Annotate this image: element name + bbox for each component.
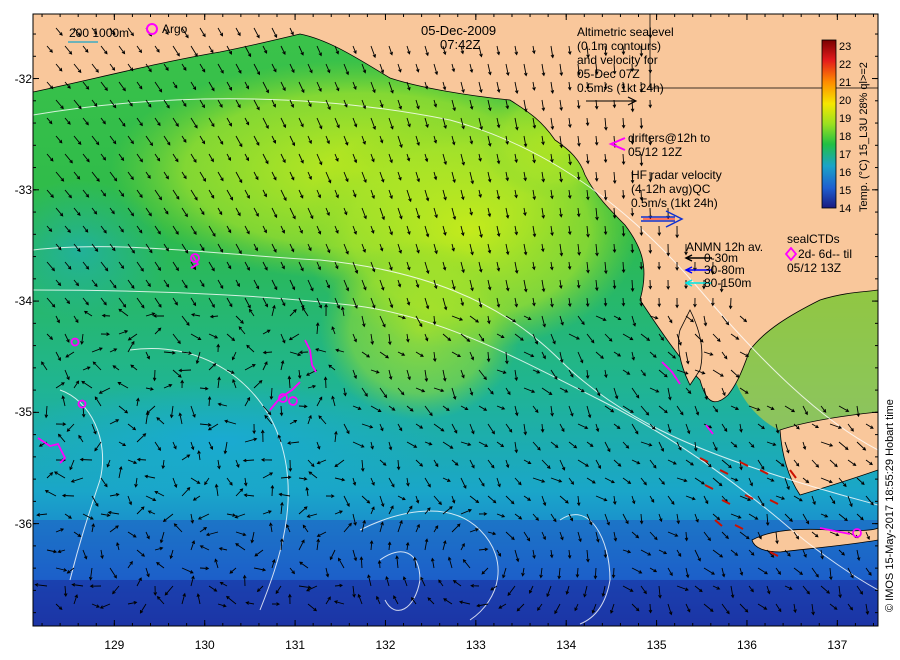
colorbar-tick-label: 18 (839, 131, 852, 143)
colorbar-tick-label: 15 (839, 185, 852, 197)
altimetry-line4: 05-Dec 07Z (577, 67, 640, 81)
x-tick-label: 136 (736, 638, 757, 652)
x-tick-label: 129 (104, 638, 125, 652)
y-tick-label: -36 (14, 516, 32, 531)
colorbar-tick-label: 17 (839, 149, 852, 161)
altimetry-line3: and velocity for (577, 53, 658, 67)
x-tick-label: 135 (646, 638, 667, 652)
colorbar-tick-label: 19 (839, 113, 852, 125)
colorbar-tick-label: 21 (839, 77, 852, 89)
altimetry-line2: (0.1m contours) (577, 39, 662, 53)
y-tick-label: -33 (14, 182, 32, 197)
anmn-item-2: 80-150m (704, 276, 752, 290)
colorbar-tick-label: 22 (839, 59, 852, 71)
drifters-line1: drifters@12h to (628, 131, 711, 145)
x-tick-label: 132 (375, 638, 396, 652)
colorbar-tick-label: 14 (839, 203, 852, 215)
sealctds-line2: 2d- 6d-- til (798, 247, 853, 261)
x-tick-label: 131 (285, 638, 306, 652)
sealctds-line3: 05/12 13Z (787, 261, 842, 275)
map-figure (32, 13, 879, 627)
colorbar (821, 39, 837, 209)
y-tick-label: -32 (14, 71, 32, 86)
contour-depth-label: 200 1000m (69, 26, 130, 40)
altimetry-line1: Altimetric sealevel (577, 25, 674, 39)
hfradar-line3: 0.5m/s (1kt 24h) (631, 196, 718, 210)
drifters-line2: 05/12 12Z (628, 145, 683, 159)
x-tick-label: 137 (827, 638, 848, 652)
x-tick-label: 133 (465, 638, 486, 652)
argo-label: Argo (162, 22, 188, 36)
map-panel (33, 14, 878, 626)
x-tick-label: 134 (556, 638, 577, 652)
hfradar-line1: HF radar velocity (631, 168, 722, 182)
sealctds-title: sealCTDs (787, 232, 840, 246)
map-time: 07:42Z (440, 37, 481, 52)
colorbar-tick-label: 16 (839, 167, 852, 179)
colorbar-tick-label: 20 (839, 95, 852, 107)
y-tick-label: -34 (14, 294, 32, 309)
y-tick-label: -35 (14, 405, 32, 420)
altimetry-scale: 0.5m/s (1kt 24h) (577, 81, 664, 95)
map-date: 05-Dec-2009 (421, 23, 497, 38)
colorbar-tick-label: 23 (839, 41, 852, 53)
credit-text: © IMOS 15-May-2017 18:55:29 Hobart time (884, 399, 896, 612)
x-tick-label: 130 (194, 638, 215, 652)
colorbar-label: Temp. (°C) 15_L3U 28% ql>=2 (858, 62, 870, 212)
hfradar-line2: (4-12h avg)QC (631, 182, 711, 196)
